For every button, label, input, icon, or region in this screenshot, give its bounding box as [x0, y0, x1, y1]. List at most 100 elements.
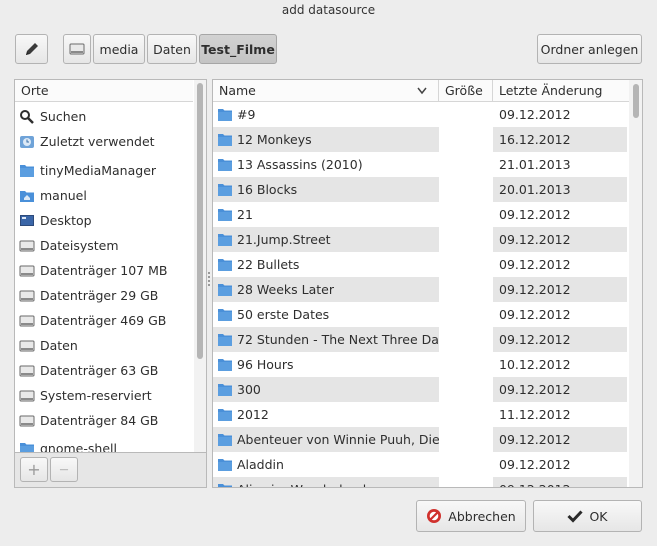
sidebar-item-label: Datenträger 107 MB	[40, 263, 168, 278]
path-drive-button[interactable]	[63, 34, 91, 64]
file-row[interactable]: 96 Hours 10.12.2012	[213, 352, 627, 377]
file-size-cell	[439, 102, 493, 127]
file-name: #9	[237, 107, 256, 122]
sidebar-item-label: Suchen	[40, 109, 87, 124]
file-date: 09.12.2012	[499, 207, 571, 222]
file-row[interactable]: 21 09.12.2012	[213, 202, 627, 227]
file-row[interactable]: 50 erste Dates 09.12.2012	[213, 302, 627, 327]
file-name: 300	[237, 382, 261, 397]
sidebar-item[interactable]: Desktop	[15, 208, 193, 233]
column-header-date[interactable]: Letzte Änderung	[493, 80, 629, 102]
path-daten-button[interactable]: Daten	[147, 34, 197, 64]
cancel-icon	[427, 509, 442, 523]
file-date: 09.12.2012	[493, 482, 627, 487]
pane-divider-handle[interactable]	[208, 270, 211, 300]
file-name: 72 Stunden - The Next Three Days	[237, 332, 439, 347]
file-row[interactable]: 2012 11.12.2012	[213, 402, 627, 427]
cancel-button[interactable]: Abbrechen	[416, 500, 526, 532]
file-row[interactable]: Alice im Wunderland 09.12.2012	[213, 477, 627, 487]
column-name-label: Name	[219, 83, 256, 98]
file-row[interactable]: 16 Blocks 20.01.2013	[213, 177, 627, 202]
path-media-button[interactable]: media	[93, 34, 145, 64]
file-name: 12 Monkeys	[237, 132, 312, 147]
column-header-name[interactable]: Name	[213, 80, 439, 102]
file-row[interactable]: #9 09.12.2012	[213, 102, 627, 127]
sidebar-item[interactable]: Datenträger 469 GB	[15, 308, 193, 333]
sidebar-item[interactable]: Daten	[15, 333, 193, 358]
sidebar-item[interactable]: Dateisystem	[15, 233, 193, 258]
desktop-icon	[19, 213, 35, 229]
folder-icon	[217, 358, 233, 372]
sidebar-actions: + —	[14, 453, 207, 488]
create-folder-button[interactable]: Ordner anlegen	[537, 34, 642, 64]
file-list-scrollbar[interactable]	[629, 80, 642, 487]
file-size-cell	[439, 127, 493, 152]
file-row[interactable]: 28 Weeks Later 09.12.2012	[213, 277, 627, 302]
file-row[interactable]: Aladdin 09.12.2012	[213, 452, 627, 477]
file-date: 09.12.2012	[499, 107, 571, 122]
file-row[interactable]: 72 Stunden - The Next Three Days 09.12.20…	[213, 327, 627, 352]
drive-icon	[19, 313, 35, 329]
drive-icon	[19, 263, 35, 279]
path-test-filme-button[interactable]: Test_Filme	[199, 34, 277, 64]
file-size-cell	[439, 252, 493, 277]
places-sidebar: Orte Suchen Zuletzt verwendet tinyMediaMan…	[14, 79, 207, 453]
folder-icon	[217, 283, 233, 297]
file-date: 16.12.2012	[499, 132, 571, 147]
sidebar-scrollbar[interactable]	[194, 80, 206, 452]
folder-icon	[217, 333, 233, 347]
sidebar-item[interactable]: Datenträger 63 GB	[15, 358, 193, 383]
sidebar-item-label: Datenträger 469 GB	[40, 313, 167, 328]
sidebar-item[interactable]: manuel	[15, 183, 193, 208]
sidebar-item[interactable]: tinyMediaManager	[15, 158, 193, 183]
sidebar-scroll-thumb[interactable]	[197, 83, 203, 359]
folder-icon	[217, 483, 233, 487]
sidebar-item-label: System-reserviert	[40, 388, 152, 403]
file-date: 11.12.2012	[499, 407, 571, 422]
sidebar-item[interactable]: Datenträger 107 MB	[15, 258, 193, 283]
sidebar-item[interactable]: Datenträger 29 GB	[15, 283, 193, 308]
file-row[interactable]: 300 09.12.2012	[213, 377, 627, 402]
sidebar-item[interactable]: Zuletzt verwendet	[15, 129, 193, 154]
sidebar-item-label: Datenträger 84 GB	[40, 413, 159, 428]
folder-icon	[217, 308, 233, 322]
file-size-cell	[439, 327, 493, 352]
file-row[interactable]: 12 Monkeys 16.12.2012	[213, 127, 627, 152]
sidebar-item[interactable]: Suchen	[15, 104, 193, 129]
file-row[interactable]: Abenteuer von Winnie Puuh, Die 09.12.2012	[213, 427, 627, 452]
file-date: 09.12.2012	[499, 257, 571, 272]
folder-icon	[217, 433, 233, 447]
file-row[interactable]: 13 Assassins (2010) 21.01.2013	[213, 152, 627, 177]
ok-button[interactable]: OK	[533, 500, 642, 532]
column-header-size[interactable]: Größe	[439, 80, 493, 102]
sidebar-item[interactable]: gnome-shell	[15, 436, 193, 452]
window-title: add datasource	[281, 3, 376, 17]
file-date: 09.12.2012	[499, 382, 571, 397]
sidebar-item[interactable]: Datenträger 84 GB	[15, 408, 193, 433]
file-list-scroll-thumb[interactable]	[633, 84, 639, 118]
file-date: 09.12.2012	[499, 457, 571, 472]
places-header: Orte	[15, 80, 193, 102]
file-row[interactable]: 21.Jump.Street 09.12.2012	[213, 227, 627, 252]
folder-icon	[217, 183, 233, 197]
sidebar-item-label: Desktop	[40, 213, 92, 228]
file-size-cell	[439, 152, 493, 177]
add-bookmark-button[interactable]: +	[20, 457, 48, 482]
sidebar-item[interactable]: System-reserviert	[15, 383, 193, 408]
sidebar-item-label: Datenträger 63 GB	[40, 363, 159, 378]
folder-icon	[217, 108, 233, 122]
file-date: 09.12.2012	[499, 282, 571, 297]
file-size-cell	[439, 302, 493, 327]
file-name: 2012	[237, 407, 269, 422]
remove-bookmark-button[interactable]: —	[50, 457, 78, 482]
file-name-cell: 300	[213, 382, 439, 397]
drive-icon	[19, 413, 35, 429]
file-name-cell: 16 Blocks	[213, 182, 439, 197]
file-size-cell	[439, 202, 493, 227]
file-name-cell: Alice im Wunderland	[213, 482, 439, 487]
file-row[interactable]: 22 Bullets 09.12.2012	[213, 252, 627, 277]
edit-location-button[interactable]	[15, 34, 48, 64]
file-size-cell	[439, 177, 493, 202]
folder-icon	[217, 258, 233, 272]
sidebar-item-label: Dateisystem	[40, 238, 119, 253]
